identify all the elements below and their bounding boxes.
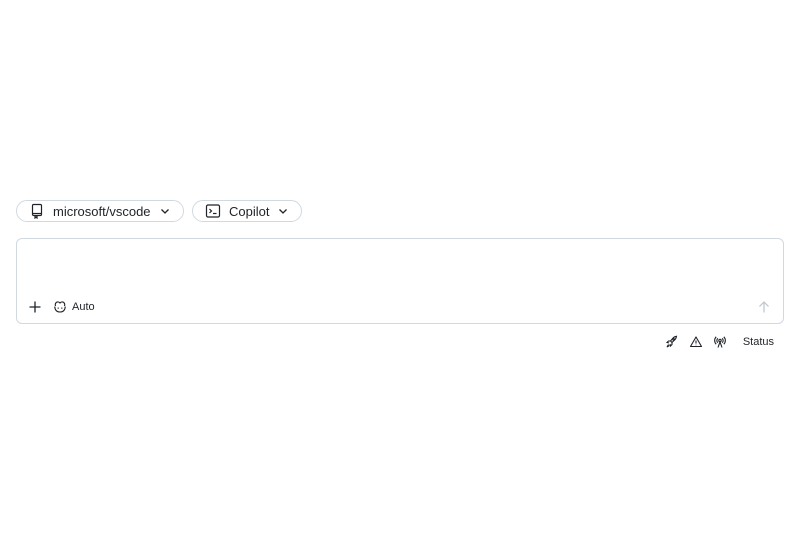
plus-icon (28, 300, 42, 314)
status-link[interactable]: Status (743, 336, 774, 348)
agent-picker-button[interactable]: Copilot (192, 200, 302, 222)
repo-icon (29, 203, 45, 219)
chevron-down-icon (277, 205, 289, 217)
terminal-icon (205, 203, 221, 219)
prompt-input[interactable] (29, 249, 773, 293)
status-bar: Status (665, 334, 774, 350)
copilot-icon (53, 300, 67, 314)
add-attachment-button[interactable] (25, 297, 45, 317)
agent-picker-label: Copilot (229, 203, 270, 219)
page: microsoft/vscode Copilot Auto Status (0, 0, 800, 560)
send-button[interactable] (755, 297, 773, 317)
prompt-composer: Auto (16, 238, 784, 324)
model-picker-button[interactable]: Auto (53, 297, 95, 317)
arrow-up-icon (758, 300, 770, 314)
repo-picker-button[interactable]: microsoft/vscode (16, 200, 184, 222)
rocket-icon[interactable] (665, 335, 679, 349)
model-picker-label: Auto (72, 301, 95, 313)
broadcast-icon[interactable] (713, 335, 727, 349)
repo-picker-label: microsoft/vscode (53, 203, 151, 219)
alert-icon[interactable] (689, 335, 703, 349)
chevron-down-icon (159, 205, 171, 217)
